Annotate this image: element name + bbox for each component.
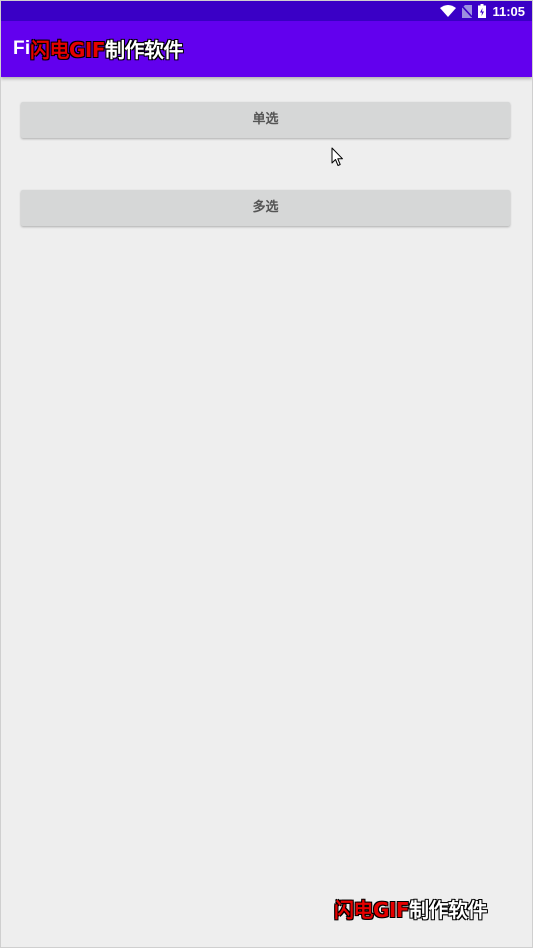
app-title: Fi: [13, 38, 31, 59]
watermark-white-text: 制作软件: [105, 38, 184, 62]
watermark-red-text: 闪电GIF: [334, 898, 410, 922]
watermark-top: 闪电GIF制作软件: [30, 34, 184, 63]
single-select-button[interactable]: 单选: [21, 102, 510, 138]
multi-select-button[interactable]: 多选: [21, 190, 510, 226]
watermark-bottom: 闪电GIF制作软件: [334, 894, 488, 923]
status-bar: 11:05: [1, 1, 532, 21]
mouse-cursor-icon: [331, 147, 345, 172]
status-time: 11:05: [492, 3, 525, 19]
watermark-white-text: 制作软件: [409, 898, 488, 922]
status-icons: 11:05: [440, 1, 525, 21]
battery-charging-icon: [478, 4, 487, 18]
phone-screen: 11:05 Fi 闪电GIF制作软件 单选 多选 闪电GIF制作软件: [0, 0, 533, 948]
watermark-red-text: 闪电GIF: [30, 38, 106, 62]
wifi-icon: [440, 5, 457, 17]
no-sim-icon: [462, 4, 473, 18]
